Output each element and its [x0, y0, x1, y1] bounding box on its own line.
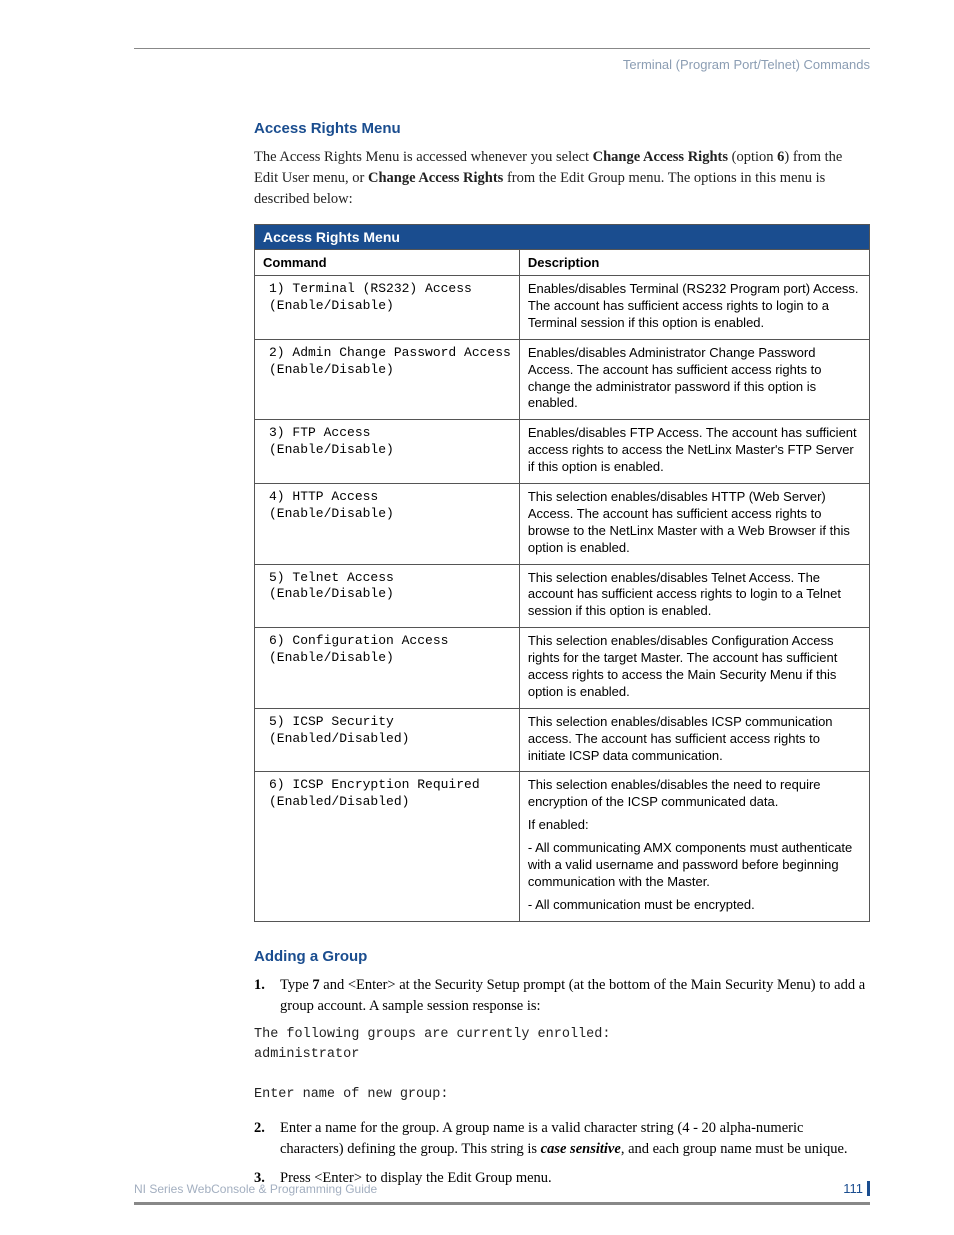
- description-paragraph: - All communication must be encrypted.: [528, 897, 861, 914]
- command-cell: 3) FTP Access (Enable/Disable): [255, 420, 520, 484]
- command-cell: 4) HTTP Access (Enable/Disable): [255, 483, 520, 564]
- step2-b: case sensitive: [541, 1141, 621, 1157]
- command-cell: 6) Configuration Access (Enable/Disable): [255, 628, 520, 709]
- intro-paragraph: The Access Rights Menu is accessed whene…: [254, 147, 870, 210]
- step1-c: and <Enter> at the Security Setup prompt…: [280, 977, 865, 1014]
- footer: NI Series WebConsole & Programming Guide…: [134, 1181, 870, 1205]
- table-row: 5) ICSP Security (Enabled/Disabled)This …: [255, 708, 870, 772]
- table-row: 3) FTP Access (Enable/Disable)Enables/di…: [255, 420, 870, 484]
- command-cell: 5) Telnet Access (Enable/Disable): [255, 564, 520, 628]
- step-num-2: 2.: [254, 1118, 280, 1160]
- description-paragraph: Enables/disables Administrator Change Pa…: [528, 345, 861, 413]
- page-number: 111: [843, 1181, 870, 1196]
- description-cell: This selection enables/disables Configur…: [519, 628, 869, 709]
- description-paragraph: This selection enables/disables HTTP (We…: [528, 489, 861, 557]
- step1-b: 7: [312, 977, 319, 993]
- command-cell: 6) ICSP Encryption Required (Enabled/Dis…: [255, 772, 520, 921]
- header-breadcrumb: Terminal (Program Port/Telnet) Commands: [134, 57, 870, 72]
- table-row: 6) Configuration Access (Enable/Disable)…: [255, 628, 870, 709]
- command-cell: 1) Terminal (RS232) Access (Enable/Disab…: [255, 276, 520, 340]
- step-1: 1. Type 7 and <Enter> at the Security Se…: [254, 975, 870, 1017]
- description-cell: Enables/disables FTP Access. The account…: [519, 420, 869, 484]
- step-num-1: 1.: [254, 975, 280, 1017]
- table-row: 1) Terminal (RS232) Access (Enable/Disab…: [255, 276, 870, 340]
- access-rights-table: Access Rights Menu Command Description 1…: [254, 224, 870, 922]
- step-1-text: Type 7 and <Enter> at the Security Setup…: [280, 975, 870, 1017]
- description-paragraph: - All communicating AMX components must …: [528, 840, 861, 891]
- table-row: 5) Telnet Access (Enable/Disable)This se…: [255, 564, 870, 628]
- step1-a: Type: [280, 977, 312, 993]
- table-title-row: Access Rights Menu: [255, 225, 870, 250]
- code-sample: The following groups are currently enrol…: [254, 1025, 870, 1106]
- section-heading-adding-group: Adding a Group: [254, 948, 870, 965]
- description-paragraph: This selection enables/disables the need…: [528, 777, 861, 811]
- footer-guide-title: NI Series WebConsole & Programming Guide: [134, 1182, 377, 1196]
- description-paragraph: Enables/disables FTP Access. The account…: [528, 425, 861, 476]
- table-row: 2) Admin Change Password Access (Enable/…: [255, 339, 870, 420]
- description-paragraph: Enables/disables Terminal (RS232 Program…: [528, 281, 861, 332]
- header-rule: [134, 48, 870, 49]
- step-2: 2. Enter a name for the group. A group n…: [254, 1118, 870, 1160]
- intro-text-1: The Access Rights Menu is accessed whene…: [254, 149, 593, 165]
- description-cell: This selection enables/disables ICSP com…: [519, 708, 869, 772]
- description-cell: Enables/disables Terminal (RS232 Program…: [519, 276, 869, 340]
- step2-c: , and each group name must be unique.: [621, 1141, 848, 1157]
- intro-bold-3: Change Access Rights: [368, 170, 503, 186]
- footer-rule: [134, 1202, 870, 1205]
- description-cell: This selection enables/disables Telnet A…: [519, 564, 869, 628]
- command-cell: 5) ICSP Security (Enabled/Disabled): [255, 708, 520, 772]
- table-col-command: Command: [255, 250, 520, 276]
- table-header-row: Command Description: [255, 250, 870, 276]
- intro-text-2: (option: [728, 149, 777, 165]
- intro-bold-1: Change Access Rights: [593, 149, 728, 165]
- description-paragraph: If enabled:: [528, 817, 861, 834]
- section-heading-access-rights: Access Rights Menu: [254, 120, 870, 137]
- table-col-description: Description: [519, 250, 869, 276]
- table-row: 4) HTTP Access (Enable/Disable)This sele…: [255, 483, 870, 564]
- table-row: 6) ICSP Encryption Required (Enabled/Dis…: [255, 772, 870, 921]
- description-paragraph: This selection enables/disables Telnet A…: [528, 570, 861, 621]
- table-title: Access Rights Menu: [255, 225, 870, 250]
- step-2-text: Enter a name for the group. A group name…: [280, 1118, 870, 1160]
- description-cell: This selection enables/disables HTTP (We…: [519, 483, 869, 564]
- description-paragraph: This selection enables/disables Configur…: [528, 633, 861, 701]
- description-paragraph: This selection enables/disables ICSP com…: [528, 714, 861, 765]
- description-cell: This selection enables/disables the need…: [519, 772, 869, 921]
- description-cell: Enables/disables Administrator Change Pa…: [519, 339, 869, 420]
- command-cell: 2) Admin Change Password Access (Enable/…: [255, 339, 520, 420]
- main-content: Access Rights Menu The Access Rights Men…: [254, 120, 870, 1189]
